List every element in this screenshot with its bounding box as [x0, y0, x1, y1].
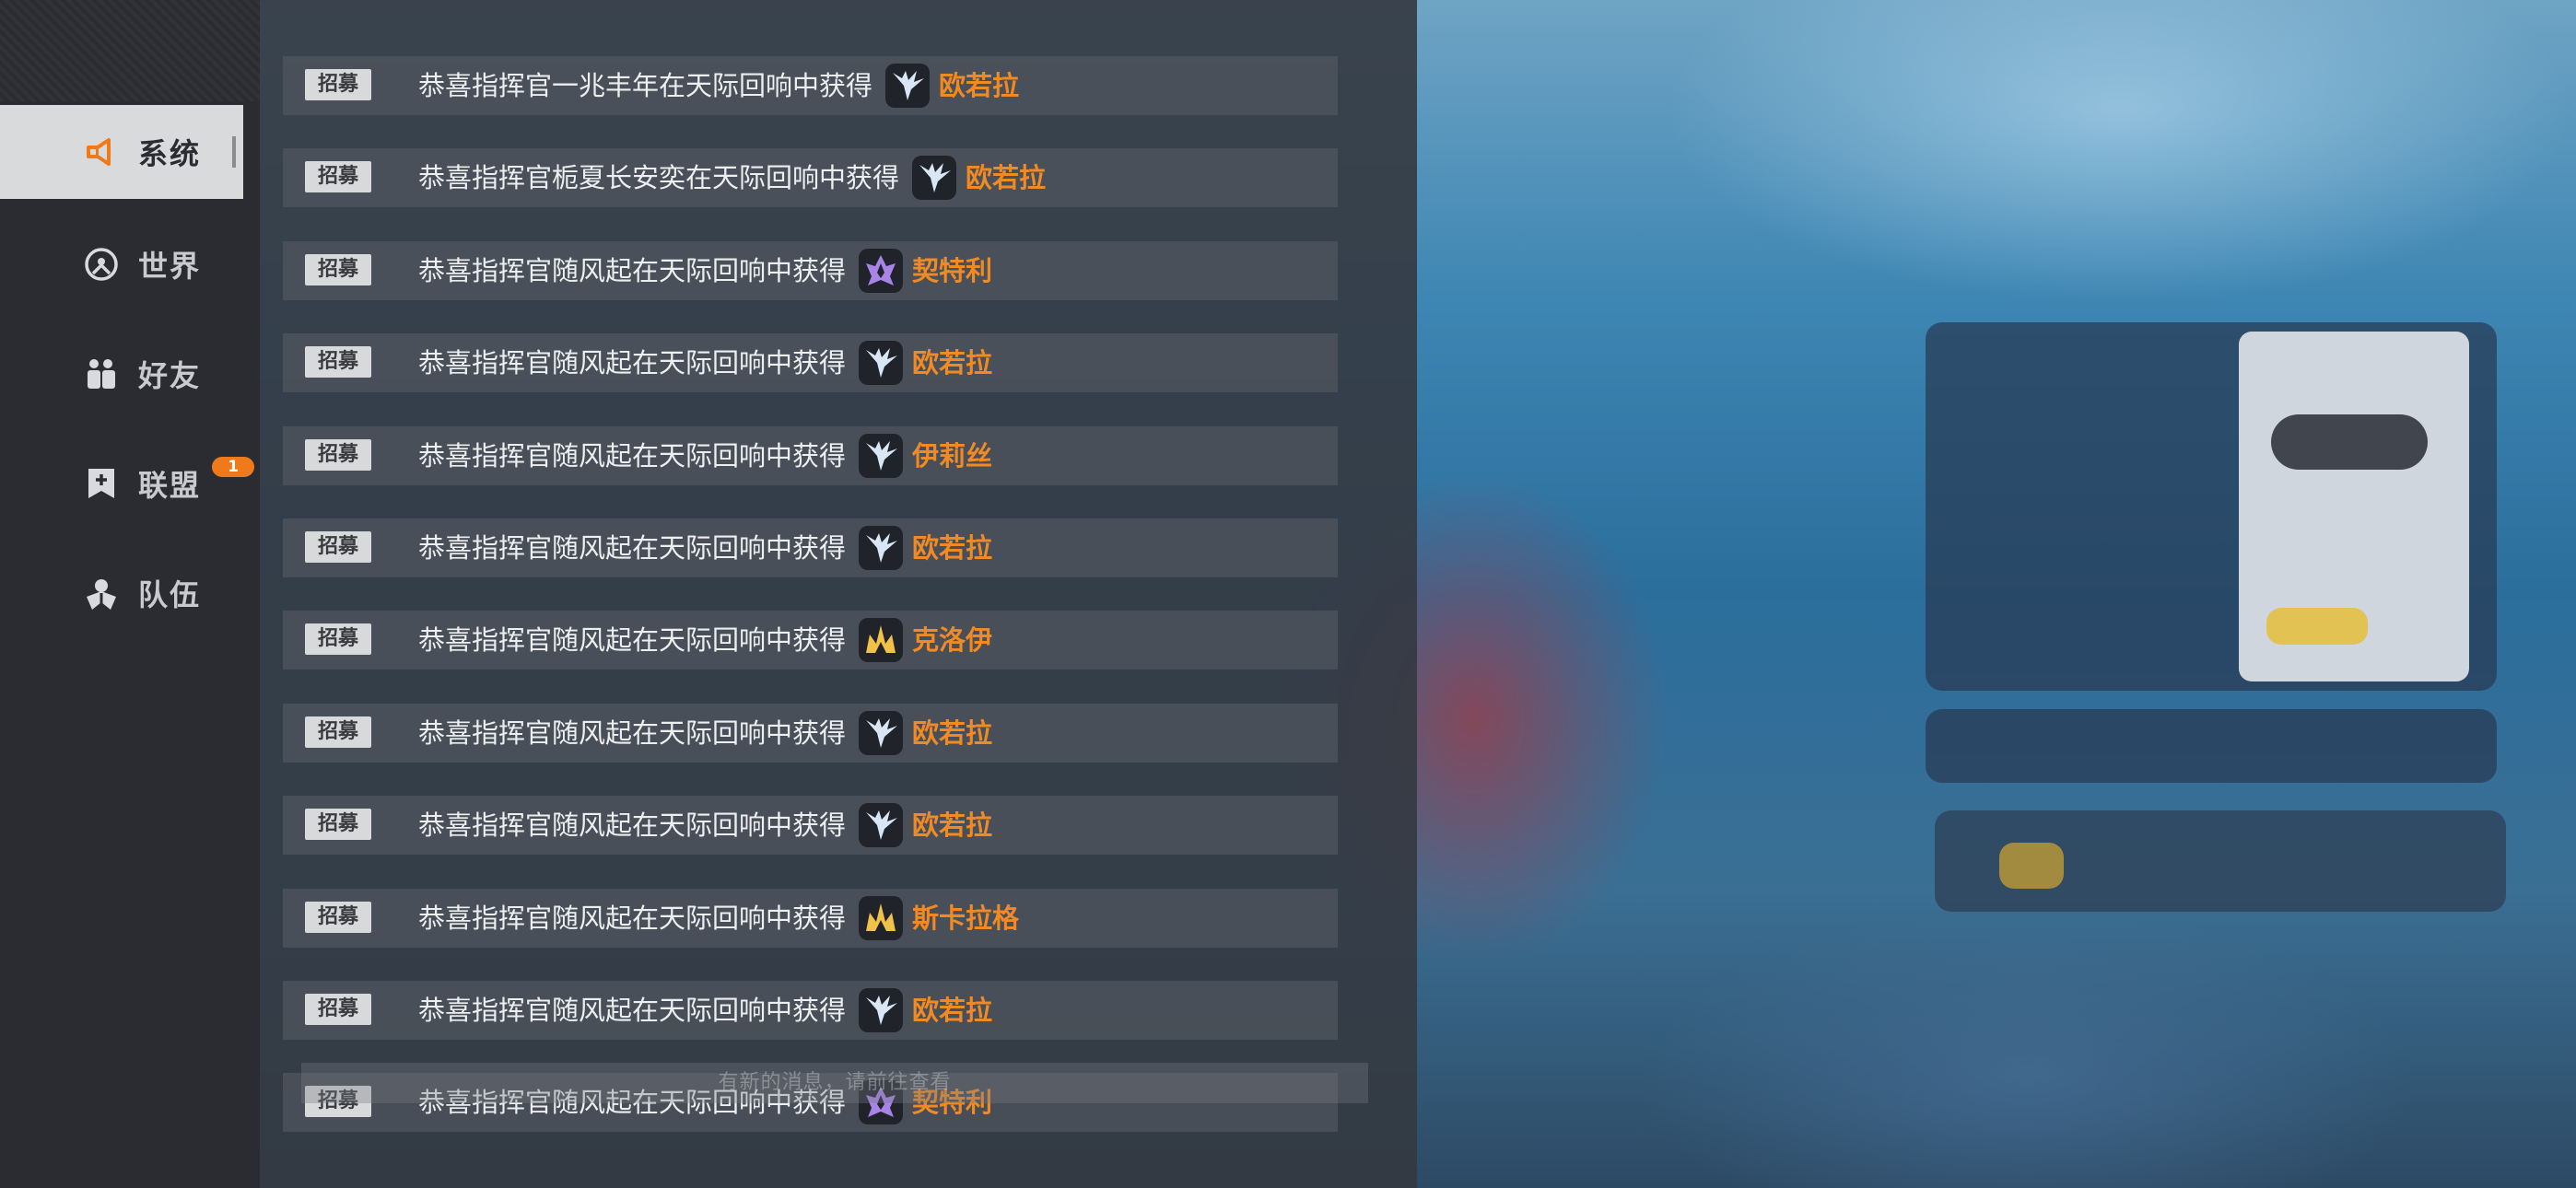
recruit-tag: 招募 [305, 161, 371, 192]
message-text-group: 恭喜指挥官一兆丰年在天际回响中获得 欧若拉 [418, 56, 1019, 115]
message-text: 恭喜指挥官一兆丰年在天际回响中获得 [418, 70, 873, 101]
sidebar-item-world[interactable]: 世界 [0, 217, 243, 311]
alliance-notification-badge: 1 [212, 457, 254, 477]
message-row[interactable]: 招募 恭喜指挥官一兆丰年在天际回响中获得 欧若拉 [283, 56, 1338, 115]
message-text-group: 恭喜指挥官随风起在天际回响中获得 伊莉丝 [418, 426, 992, 485]
character-name-link[interactable]: 欧若拉 [912, 981, 992, 1040]
character-name-link[interactable]: 欧若拉 [912, 333, 992, 392]
message-row[interactable]: 招募 恭喜指挥官随风起在天际回响中获得 欧若拉 [283, 333, 1338, 392]
message-text-group: 恭喜指挥官随风起在天际回响中获得 欧若拉 [418, 704, 992, 763]
sidebar-item-friends[interactable]: 好友 [0, 327, 243, 421]
character-name-link[interactable]: 欧若拉 [939, 56, 1019, 115]
recruit-tag: 招募 [305, 254, 371, 285]
sidebar-item-label: 世界 [138, 249, 202, 284]
message-text: 恭喜指挥官随风起在天际回响中获得 [418, 532, 847, 564]
sidebar-texture [0, 0, 260, 101]
message-text: 恭喜指挥官随风起在天际回响中获得 [418, 624, 847, 656]
message-text: 恭喜指挥官随风起在天际回响中获得 [418, 440, 847, 472]
sidebar-item-system[interactable]: 系统 [0, 105, 243, 199]
recruit-tag: 招募 [305, 994, 371, 1025]
crown-icon [859, 896, 904, 940]
wing-icon [859, 526, 904, 570]
message-row[interactable]: 招募 恭喜指挥官随风起在天际回响中获得 伊莉丝 [283, 426, 1338, 485]
character-name-link[interactable]: 斯卡拉格 [912, 889, 1019, 948]
message-text: 恭喜指挥官随风起在天际回响中获得 [418, 717, 847, 749]
sidebar-item-label: 系统 [138, 136, 202, 171]
recruit-tag: 招募 [305, 809, 371, 840]
message-row[interactable]: 招募 恭喜指挥官随风起在天际回响中获得 克洛伊 [283, 611, 1338, 670]
character-name-link[interactable]: 欧若拉 [966, 148, 1046, 207]
background-shape [2266, 608, 2368, 645]
globe-icon [83, 246, 120, 283]
message-row[interactable]: 招募 恭喜指挥官随风起在天际回响中获得 欧若拉 [283, 704, 1338, 763]
recruit-tag: 招募 [305, 716, 371, 748]
recruit-tag: 招募 [305, 346, 371, 378]
sidebar-item-label: 好友 [138, 358, 202, 393]
team-icon [83, 575, 120, 611]
message-text-group: 恭喜指挥官随风起在天际回响中获得 欧若拉 [418, 796, 992, 855]
friends-icon [83, 355, 120, 392]
sidebar-item-label: 队伍 [138, 577, 202, 612]
character-name-link[interactable]: 伊莉丝 [912, 426, 992, 485]
message-text: 恭喜指挥官随风起在天际回响中获得 [418, 995, 847, 1026]
sidebar-item-team[interactable]: 队伍 [0, 546, 243, 640]
background-shape [1999, 843, 2064, 889]
background-shape [2271, 414, 2428, 470]
recruit-tag: 招募 [305, 69, 371, 100]
megaphone-icon [83, 134, 120, 170]
recruit-tag: 招募 [305, 623, 371, 655]
character-name-link[interactable]: 欧若拉 [912, 518, 992, 577]
crown-icon [859, 618, 904, 662]
wing-icon [912, 156, 957, 200]
wing-icon [859, 988, 904, 1032]
new-message-notice[interactable]: 有新的消息，请前往查看 [301, 1063, 1368, 1103]
background-panel [1926, 709, 2497, 783]
wing-icon [859, 803, 904, 847]
message-text-group: 恭喜指挥官随风起在天际回响中获得 欧若拉 [418, 981, 992, 1040]
message-text-group: 恭喜指挥官随风起在天际回响中获得 欧若拉 [418, 333, 992, 392]
character-name-link[interactable]: 欧若拉 [912, 704, 992, 763]
message-text-group: 恭喜指挥官随风起在天际回响中获得 契特利 [418, 241, 992, 300]
message-text: 恭喜指挥官栀夏长安奕在天际回响中获得 [418, 162, 900, 193]
message-row[interactable]: 招募 恭喜指挥官随风起在天际回响中获得 斯卡拉格 [283, 889, 1338, 948]
message-row[interactable]: 招募 恭喜指挥官随风起在天际回响中获得 欧若拉 [283, 796, 1338, 855]
message-row[interactable]: 招募 恭喜指挥官栀夏长安奕在天际回响中获得 欧若拉 [283, 148, 1338, 207]
message-text: 恭喜指挥官随风起在天际回响中获得 [418, 347, 847, 379]
character-name-link[interactable]: 契特利 [912, 241, 992, 300]
message-text: 恭喜指挥官随风起在天际回响中获得 [418, 809, 847, 841]
wing-icon [885, 64, 931, 108]
message-row[interactable]: 招募 恭喜指挥官随风起在天际回响中获得 欧若拉 [283, 981, 1338, 1040]
message-text-group: 恭喜指挥官随风起在天际回响中获得 斯卡拉格 [418, 889, 1019, 948]
message-text: 恭喜指挥官随风起在天际回响中获得 [418, 255, 847, 286]
message-text-group: 恭喜指挥官栀夏长安奕在天际回响中获得 欧若拉 [418, 148, 1046, 207]
recruit-tag: 招募 [305, 531, 371, 563]
wing-icon [859, 434, 904, 478]
alliance-icon [83, 465, 120, 502]
message-text-group: 恭喜指挥官随风起在天际回响中获得 克洛伊 [418, 611, 992, 670]
crest-icon [859, 249, 904, 293]
wing-icon [859, 711, 904, 755]
character-name-link[interactable]: 欧若拉 [912, 796, 992, 855]
character-name-link[interactable]: 克洛伊 [912, 611, 992, 670]
message-row[interactable]: 招募 恭喜指挥官随风起在天际回响中获得 契特利 [283, 241, 1338, 300]
sidebar-item-label: 联盟 [138, 468, 202, 503]
message-row[interactable]: 招募 恭喜指挥官随风起在天际回响中获得 欧若拉 [283, 518, 1338, 577]
message-text: 恭喜指挥官随风起在天际回响中获得 [418, 903, 847, 934]
recruit-tag: 招募 [305, 902, 371, 933]
wing-icon [859, 341, 904, 385]
recruit-tag: 招募 [305, 439, 371, 471]
message-text-group: 恭喜指挥官随风起在天际回响中获得 欧若拉 [418, 518, 992, 577]
sidebar-item-alliance[interactable]: 联盟 [0, 437, 243, 530]
